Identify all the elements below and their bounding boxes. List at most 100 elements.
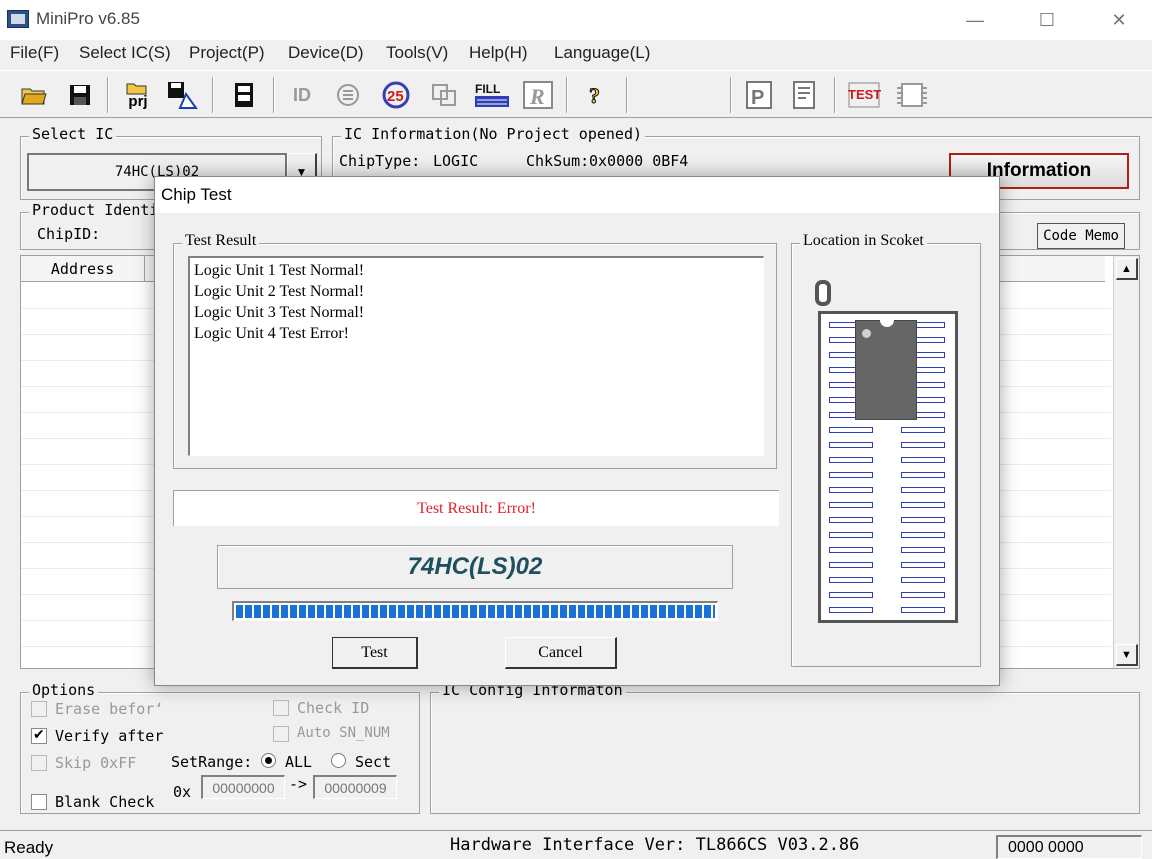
- socket-lever-icon: [815, 280, 831, 306]
- options-group: Options Erase befor‘ Verify after Skip 0…: [20, 681, 420, 814]
- blank-check-checkbox[interactable]: [31, 794, 47, 810]
- code-memo-button[interactable]: Code Memo: [1037, 223, 1125, 249]
- encrypt-icon[interactable]: R: [522, 79, 554, 111]
- open-project-icon[interactable]: prj: [118, 79, 158, 111]
- svg-text:25: 25: [387, 88, 404, 105]
- range-all-radio[interactable]: [261, 753, 276, 768]
- chip-buffer-icon[interactable]: [228, 79, 260, 111]
- hex-prefix-label: 0x: [173, 783, 192, 801]
- scroll-up-button[interactable]: ▲: [1116, 258, 1138, 280]
- menu-device[interactable]: Device(D): [288, 43, 364, 63]
- socket-pin: [901, 607, 945, 613]
- menu-file[interactable]: File(F): [10, 43, 59, 63]
- socket-pin: [901, 532, 945, 538]
- toolbar-separator: [730, 77, 732, 113]
- hardware-version-text: Hardware Interface Ver: TL866CS V03.2.86: [450, 835, 860, 855]
- erase-before-label: Erase befor‘: [55, 700, 164, 718]
- scroll-down-button[interactable]: ▼: [1116, 644, 1138, 666]
- socket-pin: [829, 442, 873, 448]
- app-icon: [7, 10, 29, 28]
- verify-icon[interactable]: [428, 79, 460, 111]
- verify-after-label: Verify after: [55, 727, 164, 745]
- svg-text:TEST: TEST: [848, 87, 881, 102]
- save-project-icon[interactable]: [166, 79, 198, 111]
- close-button[interactable]: ✕: [1096, 6, 1142, 34]
- setrange-label: SetRange:: [171, 753, 253, 771]
- chiptype-value: LOGIC: [433, 152, 479, 170]
- skip-0xff-checkbox[interactable]: [31, 755, 47, 771]
- result-line: Logic Unit 4 Test Error!: [194, 325, 349, 342]
- range-sect-label: Sect: [355, 753, 392, 771]
- logic-ic-icon[interactable]: [895, 79, 927, 111]
- read-id-icon[interactable]: ID: [286, 79, 318, 111]
- minimize-button[interactable]: —: [952, 6, 998, 34]
- address-column-header: Address: [21, 256, 145, 282]
- toolbar-separator: [834, 77, 836, 113]
- toolbar-separator: [566, 77, 568, 113]
- menu-tools[interactable]: Tools(V): [386, 43, 448, 63]
- test-button[interactable]: Test: [332, 637, 418, 669]
- svg-text:?: ?: [589, 83, 600, 108]
- range-arrow: ->: [289, 775, 308, 793]
- window-title: MiniPro v6.85: [36, 9, 140, 28]
- toolbar-separator: [107, 77, 109, 113]
- test-result-title: Test Result: [182, 232, 260, 250]
- chip-pinout-icon[interactable]: P: [742, 79, 774, 111]
- cancel-button[interactable]: Cancel: [505, 637, 617, 669]
- chip-name-display: 74HC(LS)02: [217, 545, 733, 589]
- read-icon[interactable]: [333, 79, 365, 111]
- pin1-dot-icon: [862, 329, 871, 338]
- socket-pin: [901, 517, 945, 523]
- skip-0xff-label: Skip 0xFF: [55, 754, 137, 772]
- ic-information-title: IC Information(No Project opened): [341, 125, 646, 143]
- socket-pin: [829, 517, 873, 523]
- chiptype-label: ChipType:: [339, 152, 421, 170]
- fill-icon[interactable]: FILL: [473, 79, 513, 111]
- verify-after-checkbox[interactable]: [31, 726, 47, 744]
- socket-pin: [901, 487, 945, 493]
- menu-project[interactable]: Project(P): [189, 43, 265, 63]
- range-to-field[interactable]: 00000009: [313, 775, 397, 799]
- save-icon[interactable]: [64, 79, 96, 111]
- erase-before-checkbox[interactable]: [31, 701, 47, 717]
- socket-pin: [829, 472, 873, 478]
- socket-pin: [901, 502, 945, 508]
- open-folder-icon[interactable]: [18, 79, 50, 111]
- socket-pin: [829, 592, 873, 598]
- range-sect-radio[interactable]: [331, 753, 346, 768]
- product-identity-title: Product Identi: [29, 201, 162, 219]
- check-id-checkbox[interactable]: [273, 700, 289, 716]
- test-result-group: Test Result Logic Unit 1 Test Normal! Lo…: [173, 232, 777, 469]
- chipid-label: ChipID:: [37, 225, 101, 243]
- socket-pin: [901, 592, 945, 598]
- result-line: Logic Unit 1 Test Normal!: [194, 262, 365, 279]
- maximize-button[interactable]: ☐: [1024, 6, 1070, 34]
- svg-text:P: P: [751, 87, 764, 109]
- menu-language[interactable]: Language(L): [554, 43, 650, 63]
- auto-sn-num-label: Auto SN_NUM: [297, 725, 390, 741]
- menu-select-ic[interactable]: Select IC(S): [79, 43, 171, 63]
- test-button-label: Test: [361, 643, 388, 661]
- result-line: Logic Unit 3 Test Normal!: [194, 304, 365, 321]
- chip-test-dialog: Chip Test Test Result Logic Unit 1 Test …: [154, 176, 1000, 686]
- socket-pin: [901, 427, 945, 433]
- socket-pin: [901, 547, 945, 553]
- help-icon[interactable]: ?: [580, 79, 612, 111]
- information-button-label: Information: [986, 160, 1092, 181]
- grid-scrollbar[interactable]: ▲ ▼: [1113, 256, 1139, 668]
- socket-pin: [829, 457, 873, 463]
- cancel-button-label: Cancel: [538, 643, 583, 661]
- range-all-label: ALL: [285, 753, 313, 771]
- socket-location-group: Location in Scoket: [791, 232, 981, 667]
- test-icon[interactable]: TEST: [845, 79, 885, 111]
- options-title: Options: [29, 681, 99, 699]
- counter-display: 0000 0000: [996, 835, 1142, 859]
- auto-sn-num-checkbox[interactable]: [273, 726, 289, 742]
- range-from-field[interactable]: 00000000: [201, 775, 285, 799]
- program-icon[interactable]: 25: [380, 79, 412, 111]
- edit-icon[interactable]: [790, 79, 822, 111]
- socket-pin: [829, 562, 873, 568]
- menu-help[interactable]: Help(H): [469, 43, 528, 63]
- dialog-title: Chip Test: [161, 185, 232, 204]
- svg-text:FILL: FILL: [475, 82, 500, 96]
